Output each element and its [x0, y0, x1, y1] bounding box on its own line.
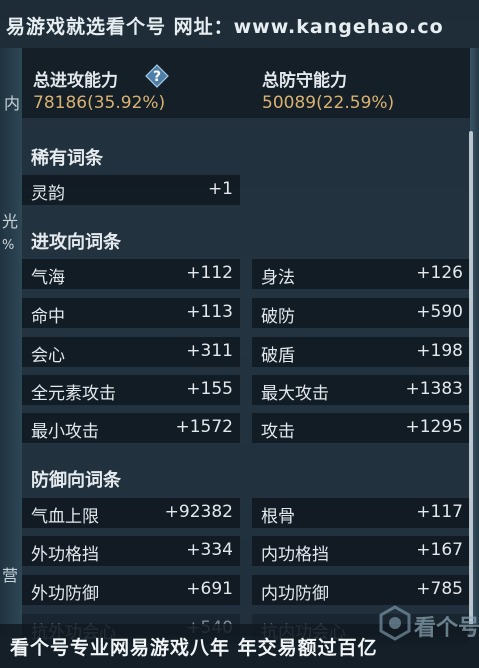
watermark-top-banner: 易游戏就选看个号 网址：www.kangehao.co [0, 0, 479, 48]
attribute-name: 内功防御 [261, 584, 329, 604]
attribute-value: +117 [416, 502, 463, 522]
edge-glyph: 光 [2, 212, 19, 231]
attribute-value: +334 [186, 540, 233, 560]
help-icon[interactable]: ? [145, 64, 169, 88]
attribute-name: 外功防御 [31, 584, 99, 604]
attribute-name: 灵韵 [31, 184, 65, 204]
attribute-name: 外功格挡 [31, 545, 99, 565]
edge-glyph: 营 [2, 566, 19, 585]
attribute-name: 气血上限 [31, 507, 99, 527]
attribute-row: 灵韵 +1 [22, 175, 240, 205]
attribute-row: 根骨 +117 [252, 498, 470, 528]
watermark-bottom-text: 看个号专业网易游戏八年 年交易额过百亿 [10, 637, 378, 659]
attribute-value: +590 [416, 302, 463, 322]
attribute-value: +126 [416, 263, 463, 283]
attack-total-value: 78186(35.92%) [33, 93, 166, 113]
edge-glyph: % [2, 238, 15, 253]
watermark-logo-icon [379, 605, 411, 641]
left-background-strip: 内 光 % 营 [0, 48, 22, 636]
attribute-row: 内功防御 +785 [252, 575, 470, 605]
attribute-row: 气血上限 +92382 [22, 498, 240, 528]
attribute-value: +785 [416, 579, 463, 599]
attribute-value: +92382 [164, 502, 233, 522]
attribute-value: +112 [186, 263, 233, 283]
defense-section-title: 防御向词条 [31, 470, 121, 491]
attribute-value: +113 [186, 302, 233, 322]
attribute-row: 最小攻击 +1572 [22, 413, 240, 443]
attribute-row: 攻击 +1295 [252, 413, 470, 443]
attribute-row: 破防 +590 [252, 298, 470, 328]
offense-section-title: 进攻向词条 [31, 232, 121, 253]
attribute-row: 外功防御 +691 [22, 575, 240, 605]
watermark-top-text: 易游戏就选看个号 网址：www.kangehao.co [6, 16, 444, 38]
attribute-value: +198 [416, 341, 463, 361]
attribute-name: 最大攻击 [261, 384, 329, 404]
attribute-name: 全元素攻击 [31, 384, 116, 404]
attribute-value: +1383 [405, 379, 463, 399]
attribute-name: 会心 [31, 346, 65, 366]
attribute-row: 外功格挡 +334 [22, 536, 240, 566]
attribute-row: 最大攻击 +1383 [252, 375, 470, 405]
edge-glyph: 内 [4, 94, 21, 113]
attribute-value: +311 [186, 341, 233, 361]
attribute-value: +167 [416, 540, 463, 560]
defense-total-value: 50089(22.59%) [262, 93, 395, 113]
attribute-row: 破盾 +198 [252, 337, 470, 367]
rare-section-title: 稀有词条 [31, 148, 103, 169]
attribute-value: +1572 [175, 417, 233, 437]
watermark-logo-text: 看个号 [414, 616, 479, 641]
attribute-name: 破防 [261, 307, 295, 327]
summary-row: 总进攻能力 ? 78186(35.92%) 总防守能力 50089(22.59%… [22, 48, 470, 118]
defense-total-label: 总防守能力 [262, 71, 347, 91]
attribute-name: 最小攻击 [31, 422, 99, 442]
attack-total-label: 总进攻能力 [33, 71, 118, 91]
attribute-value: +1 [207, 179, 233, 199]
attribute-name: 身法 [261, 268, 295, 288]
attribute-row: 内功格挡 +167 [252, 536, 470, 566]
attribute-name: 内功格挡 [261, 545, 329, 565]
attribute-value: +691 [186, 579, 233, 599]
attribute-row: 命中 +113 [22, 298, 240, 328]
attribute-row: 会心 +311 [22, 337, 240, 367]
attribute-name: 攻击 [261, 422, 295, 442]
attribute-value: +1295 [405, 417, 463, 437]
attribute-name: 命中 [31, 307, 65, 327]
svg-text:?: ? [153, 69, 161, 85]
attribute-row: 身法 +126 [252, 259, 470, 289]
attribute-panel: 总进攻能力 ? 78186(35.92%) 总防守能力 50089(22.59%… [22, 48, 473, 644]
attribute-row: 气海 +112 [22, 259, 240, 289]
attribute-value: +155 [186, 379, 233, 399]
attribute-name: 根骨 [261, 507, 295, 527]
attribute-name: 气海 [31, 268, 65, 288]
scrollbar[interactable] [469, 131, 473, 636]
attribute-name: 破盾 [261, 346, 295, 366]
attribute-row: 全元素攻击 +155 [22, 375, 240, 405]
